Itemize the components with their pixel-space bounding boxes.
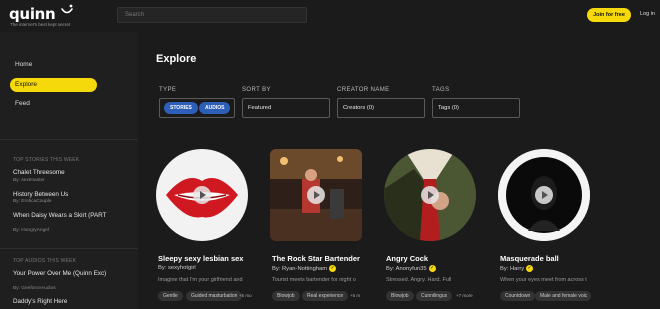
sidebar-divider <box>0 248 138 249</box>
top-story-author[interactable]: By: HungryAngel <box>13 228 49 233</box>
creator-select[interactable]: Creators (0) <box>337 98 425 118</box>
sort-filter-label: SORT BY <box>242 87 271 93</box>
card-tag[interactable]: Blowjob <box>272 291 300 301</box>
card-tag[interactable]: Guided masturbation <box>186 291 243 301</box>
top-audio-title[interactable]: Daddy's Right Here <box>13 298 123 306</box>
top-story-author[interactable]: By: EroticaCouple <box>13 199 51 204</box>
card-author-name[interactable]: By: Ryan-Nottingham <box>272 266 327 272</box>
play-icon[interactable] <box>307 186 325 204</box>
type-audios-toggle[interactable]: AUDIOS <box>199 102 231 114</box>
card-author-name[interactable]: By: Harry <box>500 266 524 272</box>
top-story-author[interactable]: By: sextmaster <box>13 178 45 183</box>
sort-select[interactable]: Featured <box>242 98 330 118</box>
card-tag[interactable]: Gentle <box>158 291 183 301</box>
page-title: Explore <box>156 53 197 65</box>
join-button[interactable]: Join for free <box>587 8 631 22</box>
login-link[interactable]: Log in <box>640 11 655 17</box>
more-tags-label[interactable]: +5 m <box>350 293 360 298</box>
tags-select[interactable]: Tags (0) <box>432 98 520 118</box>
card-title[interactable]: Masquerade ball <box>500 254 559 263</box>
verified-icon: ✓ <box>329 265 337 272</box>
card-tag[interactable]: Male and female voic <box>535 291 591 301</box>
card-tag[interactable]: Countdown <box>500 291 536 301</box>
card-description: Tourist meets bartender for night o <box>272 277 356 283</box>
verified-icon: ✓ <box>428 265 436 272</box>
sidebar-item-explore[interactable]: Explore <box>10 78 97 92</box>
top-story-title[interactable]: When Daisy Wears a Skirt (PART <box>13 212 123 220</box>
search-input[interactable]: Search <box>117 7 307 23</box>
top-story-title[interactable]: History Between Us <box>13 191 123 199</box>
card-tag[interactable]: Cunnilingus <box>416 291 453 301</box>
card-tag[interactable]: Real experience <box>302 291 349 301</box>
sidebar-item-home[interactable]: Home <box>10 58 97 72</box>
logo-smile-icon <box>61 4 73 14</box>
tagline: The internet's best kept secret <box>10 22 71 27</box>
card-title[interactable]: The Rock Star Bartender <box>272 254 360 263</box>
card-title[interactable]: Angry Cock <box>386 254 428 263</box>
more-tags-label[interactable]: +7 more <box>456 293 473 298</box>
type-filter: STORIES AUDIOS <box>159 98 235 118</box>
top-audio-title[interactable]: Your Power Over Me (Quinn Exc) <box>13 270 123 278</box>
card-thumbnail[interactable] <box>384 149 476 241</box>
card-author[interactable]: By: Harry ✓ <box>500 265 534 272</box>
card-author[interactable]: By: Ryan-Nottingham ✓ <box>272 265 337 272</box>
sidebar-divider <box>0 139 138 140</box>
card-thumbnail[interactable] <box>270 149 362 241</box>
card-author[interactable]: By: Anonyfun35 ✓ <box>386 265 436 272</box>
tags-filter-label: TAGS <box>432 87 450 93</box>
top-stories-heading: TOP STORIES THIS WEEK <box>13 157 80 163</box>
card-tag[interactable]: Blowjob <box>386 291 414 301</box>
top-bar: quinn The internet's best kept secret Se… <box>0 0 660 32</box>
card-author[interactable]: By: sexyhotgirl <box>158 265 196 271</box>
top-story-title[interactable]: Chalet Threesome <box>13 169 123 177</box>
type-filter-label: TYPE <box>159 87 177 93</box>
card-description: When your eyes meet from across t <box>500 277 587 283</box>
verified-icon: ✓ <box>526 265 534 272</box>
logo[interactable]: quinn <box>9 5 56 23</box>
play-icon[interactable] <box>535 186 553 204</box>
card-thumbnail[interactable] <box>156 149 248 241</box>
top-audio-author[interactable]: By: GeeforceAudios <box>13 286 56 291</box>
card-description: Stressed. Angry. Hard. Full <box>386 277 452 283</box>
card-description: Imagine that I'm your girlfriend and <box>158 277 243 283</box>
sidebar-item-feed[interactable]: Feed <box>10 97 97 111</box>
creator-filter-label: CREATOR NAME <box>337 87 390 93</box>
play-icon[interactable] <box>421 186 439 204</box>
more-tags-label[interactable]: +5 mo <box>239 293 252 298</box>
top-audios-heading: TOP AUDIOS THIS WEEK <box>13 258 77 264</box>
card-thumbnail[interactable] <box>498 149 590 241</box>
play-icon[interactable] <box>193 186 211 204</box>
card-author-name[interactable]: By: Anonyfun35 <box>386 266 427 272</box>
type-stories-toggle[interactable]: STORIES <box>164 102 198 114</box>
card-title[interactable]: Sleepy sexy lesbian sex <box>158 254 243 263</box>
